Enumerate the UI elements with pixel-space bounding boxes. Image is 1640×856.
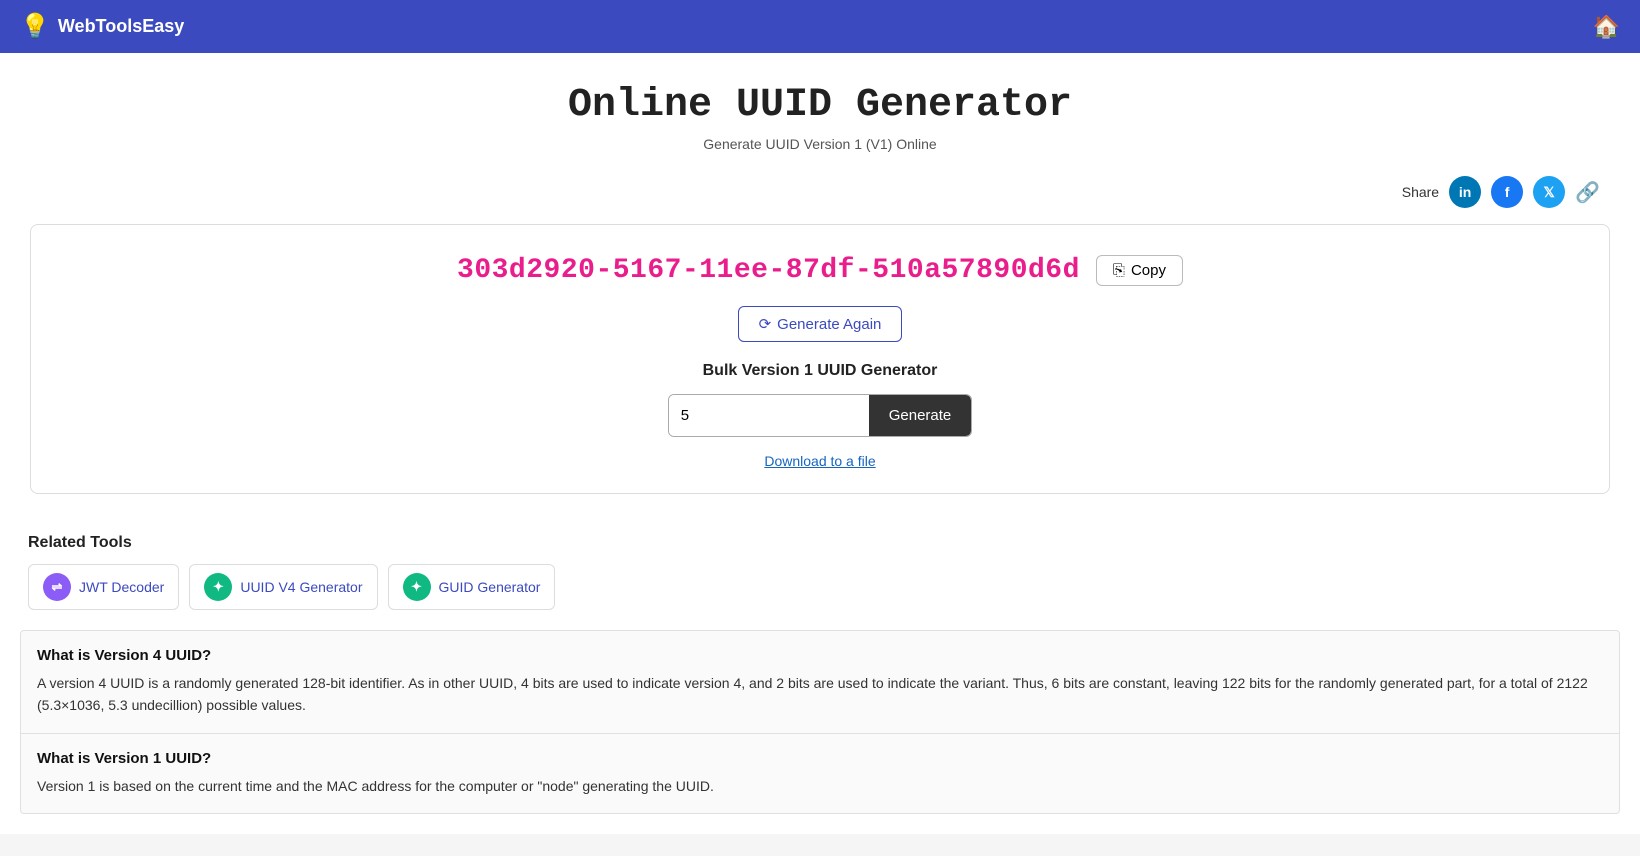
related-tools-title: Related Tools bbox=[28, 534, 1612, 552]
facebook-share-button[interactable]: f bbox=[1491, 176, 1523, 208]
related-tool-jwt[interactable]: ⇌ JWT Decoder bbox=[28, 564, 179, 610]
faq-item-2: What is Version 1 UUID? Version 1 is bas… bbox=[21, 734, 1619, 813]
bulk-input-label: Enter UUIDs Count bbox=[679, 394, 781, 398]
bulb-icon: 💡 bbox=[20, 12, 50, 41]
faq-answer-2: Version 1 is based on the current time a… bbox=[21, 775, 1619, 813]
bulk-input-row: Enter UUIDs Count Generate bbox=[51, 394, 1589, 437]
uuid-display-row: 303d2920-5167-11ee-87df-510a57890d6d ⎘ C… bbox=[51, 255, 1589, 286]
related-section: Related Tools ⇌ JWT Decoder ✦ UUID V4 Ge… bbox=[20, 518, 1620, 618]
uuid-value: 303d2920-5167-11ee-87df-510a57890d6d bbox=[457, 255, 1080, 286]
uuid-v4-icon: ✦ bbox=[204, 573, 232, 601]
faq-item-1: What is Version 4 UUID? A version 4 UUID… bbox=[21, 631, 1619, 734]
logo[interactable]: 💡 WebToolsEasy bbox=[20, 12, 184, 41]
linkedin-share-button[interactable]: in bbox=[1449, 176, 1481, 208]
guid-label: GUID Generator bbox=[439, 579, 541, 595]
share-bar: Share in f 𝕏 🔗 bbox=[20, 176, 1620, 208]
home-icon[interactable]: 🏠 bbox=[1593, 14, 1620, 40]
faq-answer-1: A version 4 UUID is a randomly generated… bbox=[21, 672, 1619, 733]
related-tool-uuid-v4[interactable]: ✦ UUID V4 Generator bbox=[189, 564, 377, 610]
copy-link-button[interactable]: 🔗 bbox=[1575, 180, 1600, 205]
header: 💡 WebToolsEasy 🏠 bbox=[0, 0, 1640, 53]
generate-again-button[interactable]: ⟳ Generate Again bbox=[738, 306, 903, 342]
page-title: Online UUID Generator bbox=[20, 83, 1620, 128]
related-tools-list: ⇌ JWT Decoder ✦ UUID V4 Generator ✦ GUID… bbox=[28, 564, 1612, 610]
refresh-icon: ⟳ bbox=[759, 315, 772, 333]
uuid-v4-label: UUID V4 Generator bbox=[240, 579, 362, 595]
related-tool-guid[interactable]: ✦ GUID Generator bbox=[388, 564, 556, 610]
copy-label: Copy bbox=[1131, 262, 1166, 279]
share-label: Share bbox=[1402, 184, 1439, 200]
logo-text: WebToolsEasy bbox=[58, 16, 184, 37]
guid-icon: ✦ bbox=[403, 573, 431, 601]
faq-question-1: What is Version 4 UUID? bbox=[21, 631, 1619, 672]
twitter-share-button[interactable]: 𝕏 bbox=[1533, 176, 1565, 208]
faq-question-2: What is Version 1 UUID? bbox=[21, 734, 1619, 775]
jwt-icon: ⇌ bbox=[43, 573, 71, 601]
bulk-title: Bulk Version 1 UUID Generator bbox=[51, 362, 1589, 380]
faq-section: What is Version 4 UUID? A version 4 UUID… bbox=[20, 630, 1620, 814]
bulk-input-wrapper: Enter UUIDs Count Generate bbox=[668, 394, 973, 437]
uuid-card: 303d2920-5167-11ee-87df-510a57890d6d ⎘ C… bbox=[30, 224, 1610, 494]
main-content: Online UUID Generator Generate UUID Vers… bbox=[0, 53, 1640, 834]
bulk-count-input[interactable] bbox=[669, 395, 869, 436]
copy-icon: ⎘ bbox=[1113, 262, 1125, 279]
bulk-generate-button[interactable]: Generate bbox=[869, 395, 972, 436]
generate-again-label: Generate Again bbox=[777, 316, 881, 333]
download-link[interactable]: Download to a file bbox=[51, 453, 1589, 469]
page-subtitle: Generate UUID Version 1 (V1) Online bbox=[20, 136, 1620, 152]
copy-button[interactable]: ⎘ Copy bbox=[1096, 255, 1183, 286]
jwt-label: JWT Decoder bbox=[79, 579, 164, 595]
